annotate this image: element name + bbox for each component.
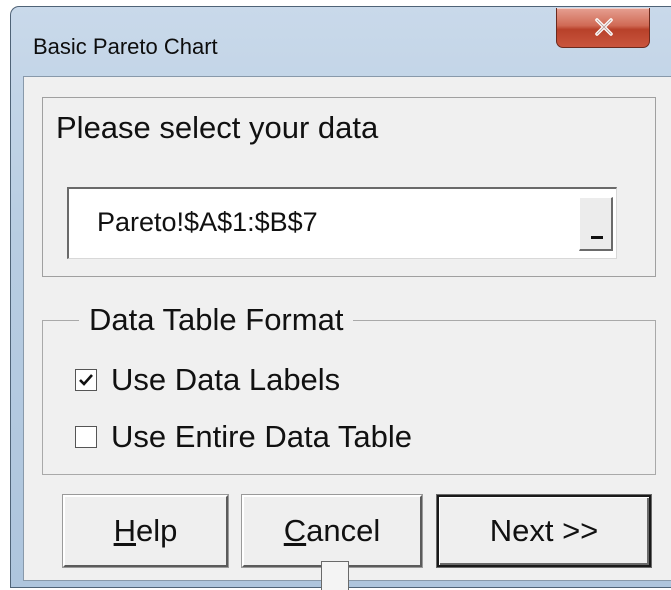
use-data-labels-checkbox[interactable] [75,369,97,391]
help-label-rest: elp [136,513,178,548]
window-title: Basic Pareto Chart [33,34,218,59]
dialog-client-area: Please select your data Pareto!$A$1:$B$7… [23,76,671,581]
data-range-value[interactable]: Pareto!$A$1:$B$7 [97,207,318,238]
use-data-labels-option[interactable]: Use Data Labels [75,362,340,398]
use-entire-data-table-option[interactable]: Use Entire Data Table [75,419,412,455]
close-button[interactable] [556,8,650,48]
use-entire-data-table-checkbox[interactable] [75,426,97,448]
title-bar[interactable]: Basic Pareto Chart [11,7,671,77]
data-range-input[interactable]: Pareto!$A$1:$B$7 [67,187,617,259]
dialog-window: Basic Pareto Chart Please select your da… [10,6,671,588]
use-entire-data-table-label[interactable]: Use Entire Data Table [111,419,412,455]
use-data-labels-label[interactable]: Use Data Labels [111,362,340,398]
select-data-heading: Please select your data [56,110,379,145]
next-button[interactable]: Next >> [436,494,652,568]
resize-handle[interactable] [321,561,349,590]
cancel-button[interactable]: Cancel [241,494,423,568]
checkmark-icon [79,374,93,386]
cancel-label-rest: ancel [306,513,381,548]
close-x-icon [595,18,613,36]
group-legend: Data Table Format [79,302,354,338]
help-button[interactable]: Help [62,494,229,568]
range-select-button[interactable] [579,197,613,251]
help-mnemonic: H [113,513,136,548]
cancel-mnemonic: C [283,513,307,548]
collapse-dialog-icon [591,236,603,239]
